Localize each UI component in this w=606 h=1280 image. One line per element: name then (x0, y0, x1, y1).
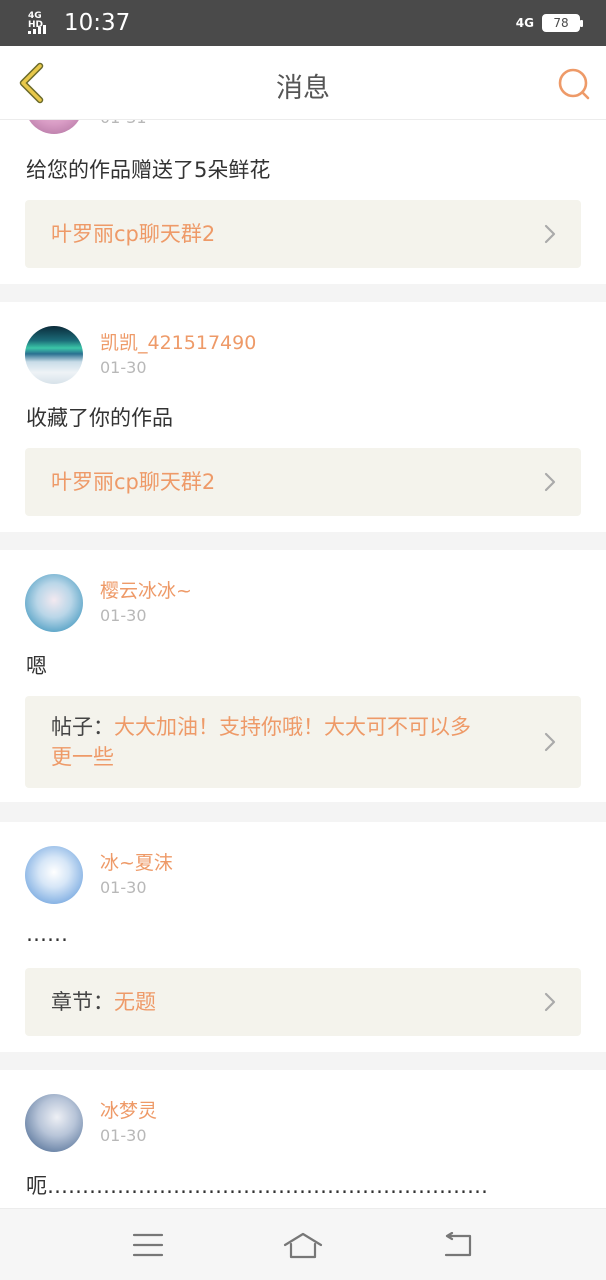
message-text: 呃……………………………………………………… (26, 1174, 488, 1198)
back-button[interactable] (438, 1225, 478, 1265)
message-date: 01-30 (100, 878, 147, 897)
battery-icon: 78 (542, 14, 583, 32)
network-type-right: 4G (515, 16, 534, 30)
referenced-post-link[interactable]: 帖子：大大加油！支持你哦！大大可不可以多 更一些 (25, 696, 581, 788)
signal-icon (28, 25, 46, 34)
system-nav-bar (0, 1208, 606, 1280)
message-date: 01-30 (100, 1126, 147, 1145)
ref-type-label: 帖子： (51, 715, 114, 739)
message-text: 收藏了你的作品 (26, 406, 173, 430)
avatar[interactable] (25, 1094, 83, 1152)
user-row[interactable]: 冰~夏沫 01-30 (25, 846, 173, 904)
home-button[interactable] (283, 1225, 323, 1265)
username[interactable]: 冰~夏沫 (100, 850, 173, 876)
signal-indicator: 4G HD (28, 12, 56, 34)
message-date: 01-30 (100, 606, 147, 625)
app-header: 消息 (0, 46, 606, 120)
ref-title: 叶罗丽cp聊天群2 (51, 470, 216, 494)
ref-type-label: 章节： (51, 990, 114, 1014)
ref-title: 无题 (114, 990, 156, 1014)
referenced-work-link[interactable]: 叶罗丽cp聊天群2 (25, 448, 581, 516)
user-row[interactable]: 冰梦灵 01-30 (25, 1094, 157, 1152)
battery-level: 78 (553, 16, 569, 30)
ref-content: 章节：无题 (51, 987, 156, 1017)
ref-title-line2: 更一些 (51, 745, 114, 769)
ref-title-line1: 大大加油！支持你哦！大大可不可以多 (114, 715, 471, 739)
message-list[interactable]: 01-31 给您的作品赠送了5朵鲜花 叶罗丽cp聊天群2 凯凯_42151749… (0, 0, 606, 1208)
avatar[interactable] (25, 574, 83, 632)
message-date: 01-30 (100, 358, 147, 377)
menu-icon (132, 1233, 163, 1256)
referenced-chapter-link[interactable]: 章节：无题 (25, 968, 581, 1036)
message-text: …… (26, 922, 68, 946)
search-icon[interactable] (556, 66, 592, 102)
user-row[interactable]: 樱云冰冰~ 01-30 (25, 574, 192, 632)
message-text: 给您的作品赠送了5朵鲜花 (26, 158, 271, 182)
status-bar: 4G HD 10:37 4G 78 (0, 0, 606, 46)
home-icon (283, 1232, 323, 1258)
chevron-right-icon (544, 992, 556, 1012)
username[interactable]: 凯凯_421517490 (100, 330, 256, 356)
message-card: 冰梦灵 01-30 呃……………………………………………………… (0, 1070, 606, 1208)
page-title: 消息 (276, 73, 330, 104)
avatar[interactable] (25, 846, 83, 904)
menu-button[interactable] (128, 1225, 168, 1265)
username[interactable]: 樱云冰冰~ (100, 578, 192, 604)
message-card: 冰~夏沫 01-30 …… 章节：无题 (0, 822, 606, 1052)
user-row[interactable]: 凯凯_421517490 01-30 (25, 326, 256, 384)
referenced-work-link[interactable]: 叶罗丽cp聊天群2 (25, 200, 581, 268)
chevron-right-icon (544, 472, 556, 492)
chevron-right-icon (544, 732, 556, 752)
back-arrow-icon (445, 1231, 472, 1256)
ref-content: 帖子：大大加油！支持你哦！大大可不可以多 更一些 (51, 712, 471, 772)
message-card: 樱云冰冰~ 01-30 嗯 帖子：大大加油！支持你哦！大大可不可以多 更一些 (0, 550, 606, 802)
avatar[interactable] (25, 326, 83, 384)
ref-title: 叶罗丽cp聊天群2 (51, 222, 216, 246)
clock: 10:37 (64, 10, 131, 36)
chevron-right-icon (544, 224, 556, 244)
username[interactable]: 冰梦灵 (100, 1098, 157, 1124)
message-text: 嗯 (26, 654, 47, 678)
message-card: 凯凯_421517490 01-30 收藏了你的作品 叶罗丽cp聊天群2 (0, 302, 606, 532)
